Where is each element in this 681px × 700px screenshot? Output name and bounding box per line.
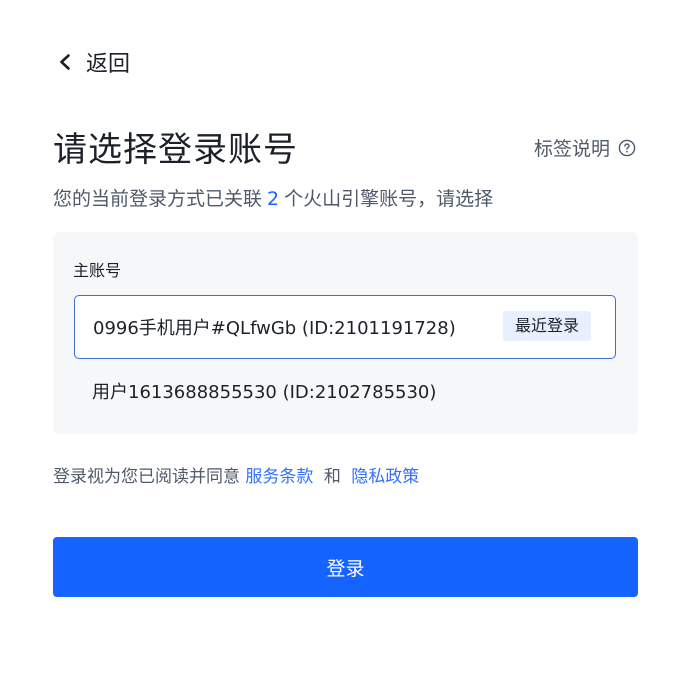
panel-title: 主账号 <box>73 261 122 280</box>
account-option-selected[interactable]: 0996手机用户#QLfwGb (ID:2101191728) 最近登录 <box>74 295 616 359</box>
recent-login-badge: 最近登录 <box>502 311 591 341</box>
description-prefix: 您的当前登录方式已关联 <box>53 188 263 210</box>
account-panel: 主账号 0996手机用户#QLfwGb (ID:2101191728) 最近登录… <box>53 232 638 434</box>
chevron-left-icon <box>56 53 74 71</box>
account-option[interactable]: 用户1613688855530 (ID:2102785530) <box>74 359 616 423</box>
login-button[interactable]: 登录 <box>53 537 638 597</box>
agreement-prefix: 登录视为您已阅读并同意 <box>53 467 240 487</box>
page-title: 请选择登录账号 <box>53 130 298 170</box>
tag-help-label: 标签说明 <box>533 138 610 160</box>
terms-of-service-link[interactable]: 服务条款 <box>245 467 313 487</box>
account-name: 0996手机用户#QLfwGb (ID:2101191728) <box>93 318 456 339</box>
question-circle-icon <box>610 139 636 157</box>
back-button[interactable]: 返回 <box>56 46 130 78</box>
privacy-policy-link[interactable]: 隐私政策 <box>351 467 419 487</box>
agreement-and: 和 <box>323 467 341 487</box>
description-suffix: 个火山引擎账号，请选择 <box>284 188 494 210</box>
tag-help-link[interactable]: 标签说明 <box>534 134 636 161</box>
agreement-text: 登录视为您已阅读并同意 服务条款 和 隐私政策 <box>53 462 419 487</box>
linked-account-count: 2 <box>267 188 280 210</box>
back-label: 返回 <box>86 52 131 77</box>
login-account-select-page: 返回 请选择登录账号 标签说明 您的当前登录方式已关联 2 个火山引擎账号，请选择 … <box>0 0 681 700</box>
description: 您的当前登录方式已关联 2 个火山引擎账号，请选择 <box>53 184 493 211</box>
account-name: 用户1613688855530 (ID:2102785530) <box>92 382 437 403</box>
